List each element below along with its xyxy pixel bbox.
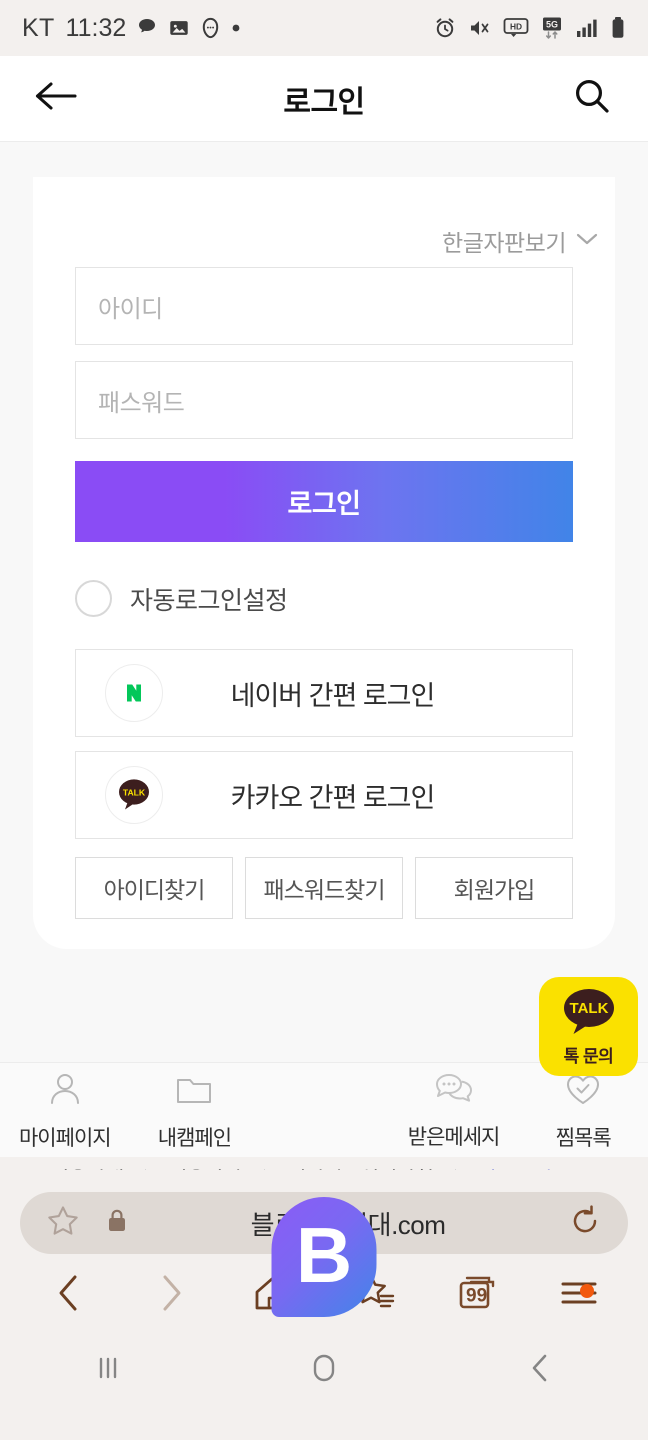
carrier-label: KT <box>22 13 55 42</box>
korean-keyboard-label: 한글자판보기 <box>442 230 566 256</box>
browser-back-button[interactable] <box>18 1273 120 1318</box>
svg-text:TALK: TALK <box>123 787 146 797</box>
login-submit-label: 로그인 <box>287 489 361 519</box>
nav-label-messages: 받은메세지 <box>407 1125 501 1149</box>
hd-icon: HD <box>503 17 529 39</box>
kakao-talk-icon: TALK <box>558 987 620 1040</box>
naver-login-label: 네이버 간편 로그인 <box>230 680 436 711</box>
brand-logo-letter: B <box>295 1211 353 1299</box>
lock-icon <box>106 1208 128 1239</box>
auto-login-toggle[interactable]: 자동로그인설정 <box>75 580 615 617</box>
auto-login-radio[interactable] <box>75 580 112 617</box>
back-icon <box>525 1351 555 1390</box>
image-icon <box>168 17 190 39</box>
status-bar: KT 11:32 HD 5G <box>0 0 648 56</box>
find-id-button[interactable]: 아이디찾기 <box>75 857 233 919</box>
tab-count-label: 99 <box>466 1285 488 1307</box>
folder-icon <box>174 1069 214 1114</box>
5g-icon: 5G <box>540 16 564 40</box>
account-links-row: 아이디찾기 패스워드찾기 회원가입 <box>75 857 573 919</box>
korean-keyboard-toggle[interactable]: 한글자판보기 <box>33 215 615 267</box>
clock-label: 11:32 <box>65 13 127 42</box>
home-icon <box>307 1351 341 1390</box>
dot-icon <box>231 23 241 33</box>
alarm-icon <box>433 16 457 40</box>
recents-icon <box>91 1353 125 1388</box>
password-input[interactable]: 패스워드 <box>75 361 573 439</box>
app-header: 로그인 <box>0 56 648 142</box>
search-button[interactable] <box>564 71 620 127</box>
star-icon[interactable] <box>46 1204 80 1243</box>
login-card: 한글자판보기 아이디 패스워드 로그인 자동로그인설정 네이버 간편 로그인 T… <box>33 177 615 949</box>
svg-text:TALK: TALK <box>569 1000 608 1017</box>
id-input[interactable]: 아이디 <box>75 267 573 345</box>
kakao-inquiry-float-button[interactable]: TALK 톡 문의 <box>539 977 638 1076</box>
reload-icon[interactable] <box>568 1204 602 1243</box>
back-button[interactable] <box>28 71 84 127</box>
android-recents-button[interactable] <box>0 1353 216 1388</box>
nav-label-wishlist: 찜목록 <box>555 1126 612 1150</box>
svg-text:5G: 5G <box>546 20 558 30</box>
battery-icon <box>610 16 626 40</box>
kakao-login-label: 카카오 간편 로그인 <box>230 782 436 813</box>
signup-label: 회원가입 <box>453 877 536 903</box>
page-body: 한글자판보기 아이디 패스워드 로그인 자동로그인설정 네이버 간편 로그인 T… <box>0 142 648 1317</box>
forward-icon <box>155 1273 187 1318</box>
find-id-label: 아이디찾기 <box>103 877 206 903</box>
chevron-down-icon <box>575 231 599 252</box>
search-icon <box>572 76 612 121</box>
nav-item-messages[interactable]: 받은메세지 <box>389 1070 519 1151</box>
nav-item-wishlist[interactable]: 찜목록 <box>518 1069 648 1152</box>
brand-logo-button[interactable]: B <box>271 1197 377 1317</box>
signup-button[interactable]: 회원가입 <box>415 857 573 919</box>
browser-menu-button[interactable] <box>528 1276 630 1315</box>
back-icon <box>53 1273 85 1318</box>
svg-text:HD: HD <box>510 22 522 32</box>
kakao-inquiry-label: 톡 문의 <box>563 1046 614 1066</box>
password-input-placeholder: 패스워드 <box>98 389 185 417</box>
browser-tabs-button[interactable]: 99 <box>426 1272 528 1319</box>
status-bar-right: HD 5G <box>433 16 626 40</box>
auto-login-label: 자동로그인설정 <box>130 586 288 615</box>
nav-label-mypage: 마이페이지 <box>18 1126 112 1150</box>
kakao-login-button[interactable]: TALK 카카오 간편 로그인 <box>75 751 573 839</box>
naver-login-button[interactable]: 네이버 간편 로그인 <box>75 649 573 737</box>
chat-bubbles-icon <box>433 1070 475 1113</box>
back-arrow-icon <box>33 79 79 118</box>
browser-forward-button[interactable] <box>120 1273 222 1318</box>
android-nav-bar <box>0 1336 648 1404</box>
nav-item-mypage[interactable]: 마이페이지 <box>0 1069 130 1152</box>
login-submit-button[interactable]: 로그인 <box>75 461 573 542</box>
find-password-label: 패스워드찾기 <box>263 877 386 903</box>
menu-icon <box>556 1276 602 1315</box>
menu-notification-dot <box>580 1283 594 1298</box>
android-back-button[interactable] <box>432 1351 648 1390</box>
nav-item-mycampaign[interactable]: 내캠페인 <box>130 1069 260 1152</box>
kakao-talk-icon: TALK <box>105 766 163 824</box>
bottom-nav: 마이페이지 내캠페인 받은메세지 찜목록 <box>0 1062 648 1157</box>
chat-icon <box>135 16 159 40</box>
android-home-button[interactable] <box>216 1351 432 1390</box>
id-input-placeholder: 아이디 <box>98 295 163 323</box>
find-password-button[interactable]: 패스워드찾기 <box>245 857 403 919</box>
nav-label-mycampaign: 내캠페인 <box>157 1126 232 1150</box>
mute-icon <box>468 16 492 40</box>
face-icon <box>199 17 222 40</box>
naver-icon <box>105 664 163 722</box>
status-bar-left: KT 11:32 <box>22 14 241 43</box>
person-icon <box>45 1069 85 1114</box>
page-title: 로그인 <box>283 85 365 119</box>
signal-icon <box>575 17 599 39</box>
